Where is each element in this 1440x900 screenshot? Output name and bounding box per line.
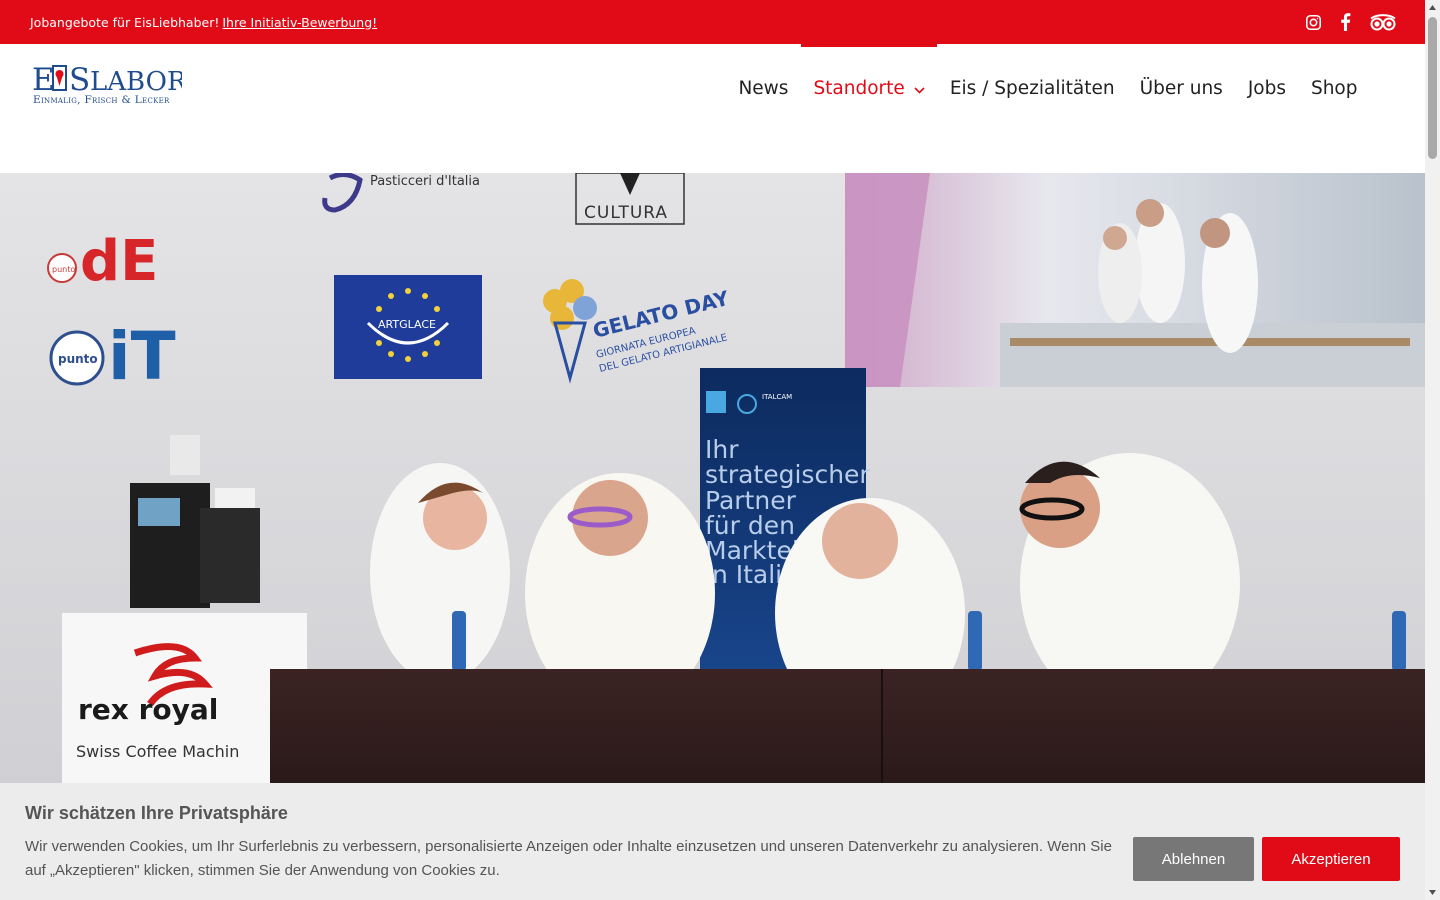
main-navigation: News Standorte Eis / Spezialitäten Über … xyxy=(726,44,1370,132)
cookie-consent-banner: Wir schätzen Ihre Privatsphäre Wir verwe… xyxy=(0,783,1425,900)
decline-cookies-button[interactable]: Ablehnen xyxy=(1133,837,1254,881)
hero-photo-illustration: Pasticceri d'Italia CULTURA punto dE pun… xyxy=(0,173,1425,788)
cookie-title: Wir schätzen Ihre Privatsphäre xyxy=(25,803,288,823)
accept-cookies-button[interactable]: Akzeptieren xyxy=(1262,837,1400,881)
nav-item-news[interactable]: News xyxy=(726,44,801,132)
italcam-text: ITALCAM xyxy=(762,393,792,401)
nav-label: Über uns xyxy=(1139,77,1223,99)
cultura-text: CULTURA xyxy=(584,203,668,223)
judges-table xyxy=(270,669,1425,788)
svg-text:LABOR: LABOR xyxy=(90,67,182,95)
initiative-application-link[interactable]: Ihre Initiativ-Bewerbung! xyxy=(222,15,377,30)
eislabor-logo[interactable]: E S LABOR Einmalig, Frisch & Lecker xyxy=(32,61,188,109)
scrollbar-thumb[interactable] xyxy=(1428,17,1437,159)
tripadvisor-icon[interactable] xyxy=(1369,13,1397,31)
de-text: dE xyxy=(80,229,158,294)
scroll-down-arrow-icon[interactable] xyxy=(1425,885,1440,900)
nav-item-eis-spezialitaeten[interactable]: Eis / Spezialitäten xyxy=(937,44,1127,132)
top-bar: Jobangebote für EisLiebhaber! Ihre Initi… xyxy=(0,0,1425,44)
pasticceri-text: Pasticceri d'Italia xyxy=(370,174,480,189)
nav-item-jobs[interactable]: Jobs xyxy=(1235,44,1298,132)
page: Jobangebote für EisLiebhaber! Ihre Initi… xyxy=(0,0,1425,900)
nav-item-shop[interactable]: Shop xyxy=(1298,44,1370,132)
cookie-text: Wir verwenden Cookies, um Ihr Surferlebn… xyxy=(25,838,1112,879)
logo-tagline: Einmalig, Frisch & Lecker xyxy=(33,94,170,106)
hero-image: Pasticceri d'Italia CULTURA punto dE pun… xyxy=(0,173,1425,788)
nav-label: Shop xyxy=(1310,77,1358,99)
chevron-down-icon xyxy=(914,78,925,99)
artglace-text: ARTGLACE xyxy=(378,318,436,331)
nav-label: Standorte xyxy=(813,77,905,99)
page-scrollbar[interactable] xyxy=(1425,0,1440,900)
job-announcement-text: Jobangebote für EisLiebhaber! xyxy=(30,14,220,30)
rexroyal-text: rex royal xyxy=(78,693,218,726)
it-text: iT xyxy=(108,318,176,395)
rexroyal-sub: Swiss Coffee Machin xyxy=(76,742,239,761)
nav-label: Eis / Spezialitäten xyxy=(949,77,1115,99)
svg-text:S: S xyxy=(69,62,90,95)
punto-it-text: punto xyxy=(58,352,98,366)
instagram-icon[interactable] xyxy=(1305,14,1322,31)
punto-de-text: punto xyxy=(52,265,75,274)
nav-label: Jobs xyxy=(1247,77,1286,99)
scroll-up-arrow-icon[interactable] xyxy=(1425,0,1440,15)
social-links xyxy=(1305,0,1397,44)
site-header: E S LABOR Einmalig, Frisch & Lecker News… xyxy=(0,44,1425,173)
artglace-flag: ARTGLACE xyxy=(334,275,482,379)
nav-item-ueber-uns[interactable]: Über uns xyxy=(1127,44,1235,132)
facebook-icon[interactable] xyxy=(1340,13,1351,31)
rollup-line: strategischer xyxy=(705,460,870,489)
nav-label: News xyxy=(738,77,789,99)
svg-text:E: E xyxy=(32,62,55,95)
nav-item-standorte[interactable]: Standorte xyxy=(800,44,938,132)
